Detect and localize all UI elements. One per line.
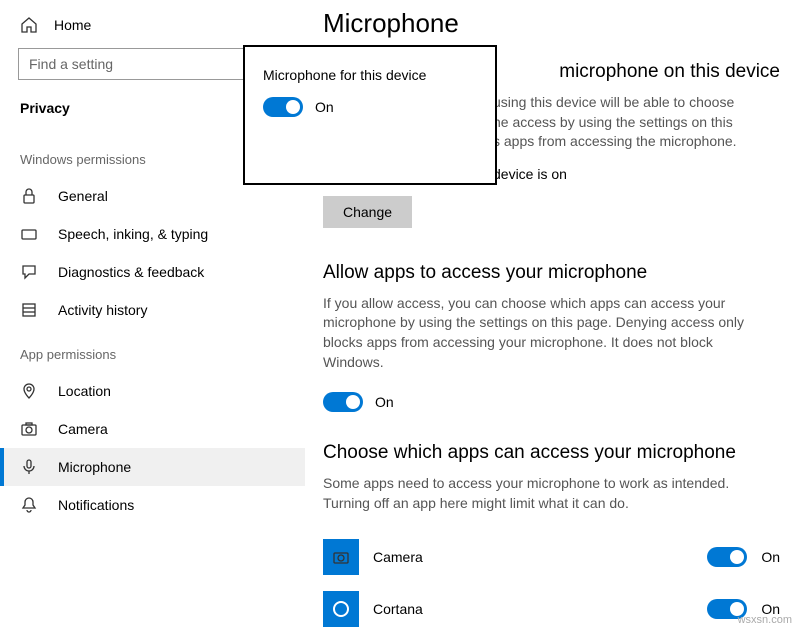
home-label: Home <box>54 17 91 33</box>
home-icon <box>20 16 38 34</box>
nav-label: Microphone <box>58 459 131 475</box>
nav-label: Speech, inking, & typing <box>58 226 208 242</box>
nav-label: Location <box>58 383 111 399</box>
sidebar-item-speech[interactable]: Speech, inking, & typing <box>18 215 305 253</box>
popup-toggle-row: On <box>263 97 477 117</box>
section-app-permissions: App permissions <box>18 329 305 372</box>
home-link[interactable]: Home <box>18 10 305 44</box>
bell-icon <box>20 496 38 514</box>
section2-desc: If you allow access, you can choose whic… <box>323 294 763 386</box>
change-button[interactable]: Change <box>323 196 412 228</box>
toggle-state: On <box>761 549 780 565</box>
microphone-icon <box>20 458 38 476</box>
lock-icon <box>20 187 38 205</box>
sidebar-item-activity[interactable]: Activity history <box>18 291 305 329</box>
app-name: Camera <box>373 549 693 565</box>
app-row-camera: Camera On <box>323 531 780 583</box>
feedback-icon <box>20 263 38 281</box>
section3-title: Choose which apps can access your microp… <box>323 438 780 474</box>
keyboard-icon <box>20 225 38 243</box>
apps-access-toggle-row: On <box>323 386 780 438</box>
toggle-state: On <box>315 99 334 115</box>
popup-title: Microphone for this device <box>263 67 477 97</box>
app-list: Camera On Cortana On <box>323 527 780 632</box>
camera-app-icon <box>323 539 359 575</box>
watermark: wsxsn.com <box>738 614 792 626</box>
app-row-cortana: Cortana On <box>323 583 780 632</box>
location-icon <box>20 382 38 400</box>
sidebar-item-location[interactable]: Location <box>18 372 305 410</box>
nav-label: Notifications <box>58 497 134 513</box>
toggle-state: On <box>375 394 394 410</box>
nav-label: Activity history <box>58 302 147 318</box>
camera-app-toggle[interactable] <box>707 547 747 567</box>
device-mic-toggle[interactable] <box>263 97 303 117</box>
sidebar-item-diagnostics[interactable]: Diagnostics & feedback <box>18 253 305 291</box>
sidebar-item-notifications[interactable]: Notifications <box>18 486 305 524</box>
nav-label: General <box>58 188 108 204</box>
cortana-app-icon <box>323 591 359 627</box>
apps-access-toggle[interactable] <box>323 392 363 412</box>
section3-desc: Some apps need to access your microphone… <box>323 474 763 527</box>
history-icon <box>20 301 38 319</box>
camera-icon <box>20 420 38 438</box>
sidebar-item-camera[interactable]: Camera <box>18 410 305 448</box>
sidebar-item-microphone[interactable]: Microphone <box>0 448 305 486</box>
nav-label: Diagnostics & feedback <box>58 264 204 280</box>
section2-title: Allow apps to access your microphone <box>323 258 780 294</box>
nav-label: Camera <box>58 421 108 437</box>
change-popup: Microphone for this device On <box>243 45 497 185</box>
app-name: Cortana <box>373 601 693 617</box>
